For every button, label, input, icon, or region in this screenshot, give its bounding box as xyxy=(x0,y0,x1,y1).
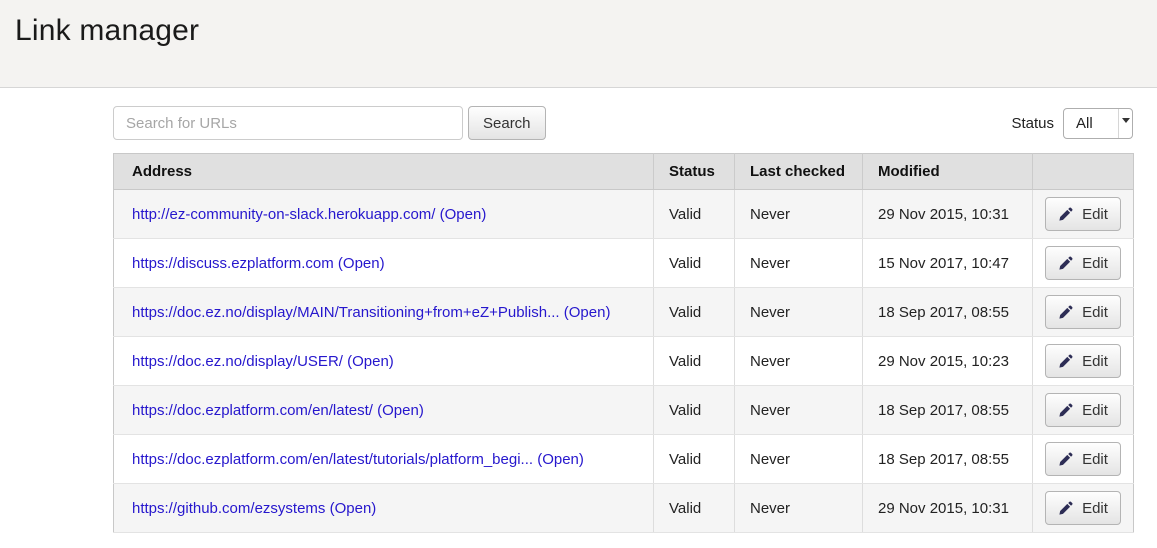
pencil-icon xyxy=(1058,305,1073,320)
edit-button-label: Edit xyxy=(1082,402,1108,419)
last-checked-cell: Never xyxy=(735,435,863,484)
edit-button[interactable]: Edit xyxy=(1045,246,1121,280)
address-cell: https://doc.ezplatform.com/en/latest/tut… xyxy=(114,435,654,484)
status-cell: Valid xyxy=(654,190,735,239)
last-checked-cell: Never xyxy=(735,337,863,386)
edit-button-label: Edit xyxy=(1082,353,1108,370)
pencil-icon xyxy=(1058,501,1073,516)
page-title: Link manager xyxy=(15,14,1157,48)
address-link[interactable]: https://doc.ez.no/display/MAIN/Transitio… xyxy=(132,304,560,321)
address-cell: https://discuss.ezplatform.com (Open) xyxy=(114,239,654,288)
address-cell: https://github.com/ezsystems (Open) xyxy=(114,484,654,533)
table-row: http://ez-community-on-slack.herokuapp.c… xyxy=(114,190,1134,239)
last-checked-cell: Never xyxy=(735,239,863,288)
last-checked-cell: Never xyxy=(735,288,863,337)
status-cell: Valid xyxy=(654,386,735,435)
edit-button-label: Edit xyxy=(1082,206,1108,223)
edit-button[interactable]: Edit xyxy=(1045,491,1121,525)
address-link[interactable]: https://doc.ez.no/display/USER/ xyxy=(132,353,343,370)
page-header: Link manager xyxy=(0,0,1157,88)
table-row: https://discuss.ezplatform.com (Open) Va… xyxy=(114,239,1134,288)
address-link[interactable]: https://github.com/ezsystems xyxy=(132,500,325,517)
last-checked-cell: Never xyxy=(735,484,863,533)
address-cell: https://doc.ez.no/display/MAIN/Transitio… xyxy=(114,288,654,337)
open-link[interactable]: (Open) xyxy=(377,402,424,419)
edit-button[interactable]: Edit xyxy=(1045,197,1121,231)
status-filter-group: Status All xyxy=(1011,108,1133,139)
column-header-address: Address xyxy=(114,154,654,190)
edit-button-label: Edit xyxy=(1082,255,1108,272)
address-link[interactable]: http://ez-community-on-slack.herokuapp.c… xyxy=(132,206,435,223)
modified-cell: 18 Sep 2017, 08:55 xyxy=(863,435,1033,484)
edit-cell: Edit xyxy=(1033,484,1134,533)
edit-cell: Edit xyxy=(1033,190,1134,239)
pencil-icon xyxy=(1058,403,1073,418)
search-input[interactable] xyxy=(113,106,463,140)
edit-button-label: Edit xyxy=(1082,451,1108,468)
edit-button[interactable]: Edit xyxy=(1045,344,1121,378)
modified-cell: 15 Nov 2017, 10:47 xyxy=(863,239,1033,288)
modified-cell: 29 Nov 2015, 10:23 xyxy=(863,337,1033,386)
open-link[interactable]: (Open) xyxy=(564,304,611,321)
table-header-row: AddressStatusLast checkedModified xyxy=(114,154,1134,190)
modified-cell: 29 Nov 2015, 10:31 xyxy=(863,190,1033,239)
table-row: https://doc.ezplatform.com/en/latest/ (O… xyxy=(114,386,1134,435)
toolbar: Search Status All xyxy=(113,106,1133,140)
status-filter-label: Status xyxy=(1011,115,1054,132)
pencil-icon xyxy=(1058,354,1073,369)
open-link[interactable]: (Open) xyxy=(440,206,487,223)
last-checked-cell: Never xyxy=(735,190,863,239)
edit-cell: Edit xyxy=(1033,337,1134,386)
links-table: AddressStatusLast checkedModified http:/… xyxy=(113,153,1134,533)
open-link[interactable]: (Open) xyxy=(338,255,385,272)
table-row: https://github.com/ezsystems (Open) Vali… xyxy=(114,484,1134,533)
pencil-icon xyxy=(1058,256,1073,271)
status-cell: Valid xyxy=(654,435,735,484)
column-header-modified: Modified xyxy=(863,154,1033,190)
edit-button[interactable]: Edit xyxy=(1045,393,1121,427)
open-link[interactable]: (Open) xyxy=(537,451,584,468)
table-body: http://ez-community-on-slack.herokuapp.c… xyxy=(114,190,1134,533)
address-link[interactable]: https://discuss.ezplatform.com xyxy=(132,255,334,272)
modified-cell: 29 Nov 2015, 10:31 xyxy=(863,484,1033,533)
status-cell: Valid xyxy=(654,337,735,386)
edit-cell: Edit xyxy=(1033,239,1134,288)
column-header-actions xyxy=(1033,154,1134,190)
last-checked-cell: Never xyxy=(735,386,863,435)
status-cell: Valid xyxy=(654,484,735,533)
column-header-last-checked: Last checked xyxy=(735,154,863,190)
open-link[interactable]: (Open) xyxy=(347,353,394,370)
edit-button[interactable]: Edit xyxy=(1045,295,1121,329)
content-area: Search Status All AddressStatusLast chec… xyxy=(113,106,1133,533)
address-cell: https://doc.ez.no/display/USER/ (Open) xyxy=(114,337,654,386)
pencil-icon xyxy=(1058,207,1073,222)
modified-cell: 18 Sep 2017, 08:55 xyxy=(863,288,1033,337)
status-select-wrap: All xyxy=(1063,108,1133,139)
edit-button-label: Edit xyxy=(1082,304,1108,321)
edit-cell: Edit xyxy=(1033,288,1134,337)
edit-cell: Edit xyxy=(1033,435,1134,484)
pencil-icon xyxy=(1058,452,1073,467)
table-row: https://doc.ez.no/display/MAIN/Transitio… xyxy=(114,288,1134,337)
status-select[interactable]: All xyxy=(1063,108,1133,139)
open-link[interactable]: (Open) xyxy=(330,500,377,517)
address-cell: https://doc.ezplatform.com/en/latest/ (O… xyxy=(114,386,654,435)
address-link[interactable]: https://doc.ezplatform.com/en/latest/ xyxy=(132,402,373,419)
modified-cell: 18 Sep 2017, 08:55 xyxy=(863,386,1033,435)
edit-cell: Edit xyxy=(1033,386,1134,435)
address-link[interactable]: https://doc.ezplatform.com/en/latest/tut… xyxy=(132,451,533,468)
status-cell: Valid xyxy=(654,239,735,288)
table-row: https://doc.ezplatform.com/en/latest/tut… xyxy=(114,435,1134,484)
status-cell: Valid xyxy=(654,288,735,337)
edit-button-label: Edit xyxy=(1082,500,1108,517)
column-header-status: Status xyxy=(654,154,735,190)
address-cell: http://ez-community-on-slack.herokuapp.c… xyxy=(114,190,654,239)
table-row: https://doc.ez.no/display/USER/ (Open) V… xyxy=(114,337,1134,386)
search-button[interactable]: Search xyxy=(468,106,546,140)
edit-button[interactable]: Edit xyxy=(1045,442,1121,476)
